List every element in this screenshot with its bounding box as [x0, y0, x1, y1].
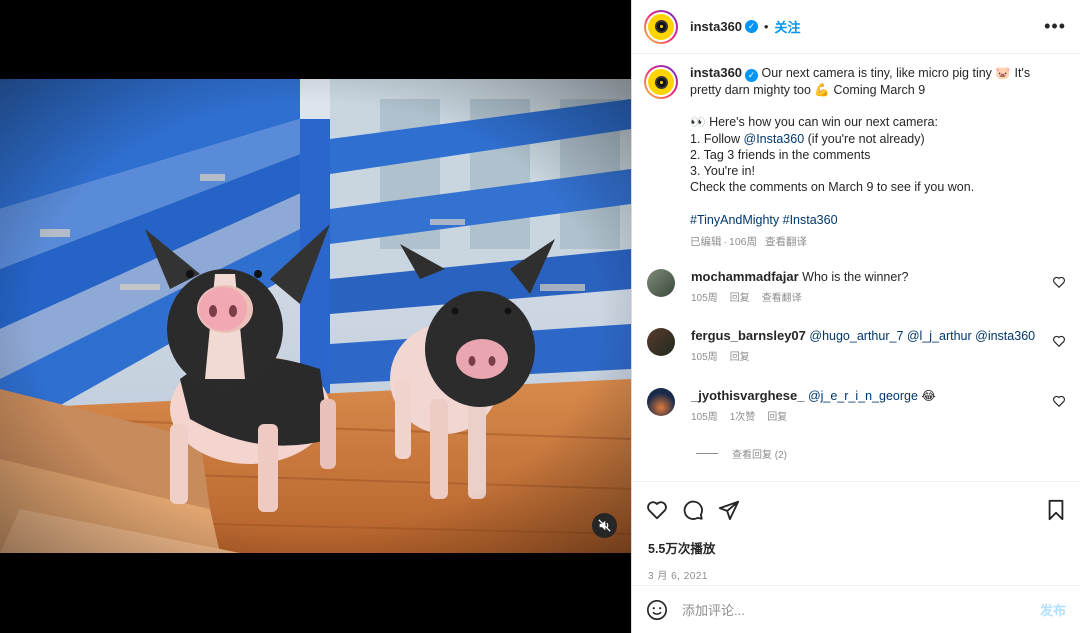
avatar[interactable]: [647, 269, 675, 297]
arm-emoji: 💪: [814, 83, 830, 97]
laughing-emoji: 😂: [921, 389, 937, 403]
post-sidebar: insta360 ✓ • 关注 ••• insta360 ✓ Our next c…: [631, 0, 1080, 633]
separator-dot: •: [764, 19, 769, 34]
comment-username[interactable]: fergus_barnsley07: [691, 328, 806, 343]
heart-icon[interactable]: [1052, 394, 1066, 408]
more-options-button[interactable]: •••: [1044, 16, 1066, 37]
view-replies-label: 查看回复 (2): [732, 450, 787, 461]
view-replies-button[interactable]: 查看回复 (2): [696, 446, 787, 461]
meta-sep: ·: [723, 236, 728, 249]
pig-emoji: 🐷: [995, 66, 1011, 80]
comment-input[interactable]: 添加评论...: [682, 600, 1040, 619]
post-comment-button[interactable]: 发布: [1040, 600, 1066, 619]
post-header: insta360 ✓ • 关注 •••: [632, 0, 1080, 54]
emoji-icon[interactable]: [646, 599, 668, 621]
caption-check: Check the comments on March 9 to see if …: [690, 180, 975, 195]
follow-button[interactable]: 关注: [774, 17, 800, 36]
caption-step1-suffix: (if you're not already): [804, 131, 925, 146]
comment-username[interactable]: mochammadfajar: [691, 269, 799, 284]
post-actions: 5.5万次播放 3 月 6, 2021: [632, 481, 1080, 585]
comment-icon[interactable]: [682, 499, 704, 521]
caption-step3: 3. You're in!: [690, 164, 755, 179]
caption-username[interactable]: insta360: [690, 65, 742, 80]
caption-text: insta360 ✓ Our next camera is tiny, like …: [690, 65, 1050, 250]
media-pane: [0, 0, 631, 633]
comment-mentions[interactable]: @j_e_r_i_n_george: [808, 389, 918, 403]
bookmark-icon[interactable]: [1046, 499, 1066, 521]
header-username[interactable]: insta360: [690, 19, 742, 34]
comment-composer: 添加评论... 发布: [632, 585, 1080, 633]
caption-age[interactable]: 106周: [729, 236, 757, 248]
comment-item: fergus_barnsley07 @hugo_arthur_7 @l_j_ar…: [632, 328, 1080, 366]
heart-icon[interactable]: [1052, 275, 1066, 289]
comment-mentions[interactable]: @hugo_arthur_7 @l_j_arthur @insta360: [809, 329, 1035, 343]
heart-icon[interactable]: [646, 499, 668, 521]
avatar[interactable]: [647, 388, 675, 416]
caption-meta: 已编辑 · 106周 查看翻译: [690, 234, 1050, 250]
send-icon[interactable]: [718, 499, 740, 521]
eyes-emoji: 👀: [690, 115, 706, 130]
comments-scroll-area[interactable]: insta360 ✓ Our next camera is tiny, like …: [632, 55, 1080, 481]
avatar[interactable]: [644, 65, 678, 99]
mention-link[interactable]: @Insta360: [744, 132, 805, 146]
translate-link[interactable]: 查看翻译: [765, 236, 807, 248]
post-caption: insta360 ✓ Our next camera is tiny, like …: [632, 55, 1080, 250]
post-video[interactable]: [0, 79, 631, 553]
avatar[interactable]: [647, 328, 675, 356]
edited-label: 已编辑: [690, 236, 722, 249]
reply-button[interactable]: 回复: [767, 412, 787, 423]
caption-line1a: Our next camera is tiny, like micro pig …: [761, 66, 992, 80]
post-date[interactable]: 3 月 6, 2021: [648, 567, 1066, 582]
caption-step2: 2. Tag 3 friends in the comments: [690, 147, 871, 162]
play-count[interactable]: 5.5万次播放: [648, 538, 1066, 557]
mute-toggle-button[interactable]: [592, 513, 617, 538]
pigs-video-frame: [0, 79, 631, 553]
caption-line1c: Coming March 9: [833, 83, 926, 97]
verified-badge-icon: ✓: [745, 20, 759, 33]
comment-username[interactable]: _jyothisvarghese_: [691, 388, 804, 403]
comment-text: Who is the winner?: [802, 270, 909, 284]
comment-item: mochammadfajar Who is the winner? 105周 回复…: [632, 269, 1080, 307]
replies-divider: [696, 453, 718, 454]
comment-age[interactable]: 105周: [691, 352, 718, 363]
likes-count[interactable]: 1次赞: [730, 412, 756, 423]
post-viewer: insta360 ✓ • 关注 ••• insta360 ✓ Our next c…: [0, 0, 1080, 633]
avatar[interactable]: [644, 9, 678, 44]
hashtag-links[interactable]: #TinyAndMighty #Insta360: [690, 212, 1050, 228]
reply-button[interactable]: 回复: [730, 352, 750, 363]
reply-button[interactable]: 回复: [730, 293, 750, 304]
heart-icon[interactable]: [1052, 334, 1066, 348]
translate-link[interactable]: 查看翻译: [762, 293, 802, 304]
muted-speaker-icon: [598, 519, 611, 532]
comment-item: _jyothisvarghese_ @j_e_r_i_n_george 😂 10…: [632, 388, 1080, 426]
caption-step1-prefix: 1. Follow: [690, 131, 744, 146]
comment-age[interactable]: 105周: [691, 293, 718, 304]
caption-how-to: Here's how you can win our next camera:: [709, 115, 938, 130]
verified-badge-icon: ✓: [745, 69, 759, 82]
comment-age[interactable]: 105周: [691, 412, 718, 423]
